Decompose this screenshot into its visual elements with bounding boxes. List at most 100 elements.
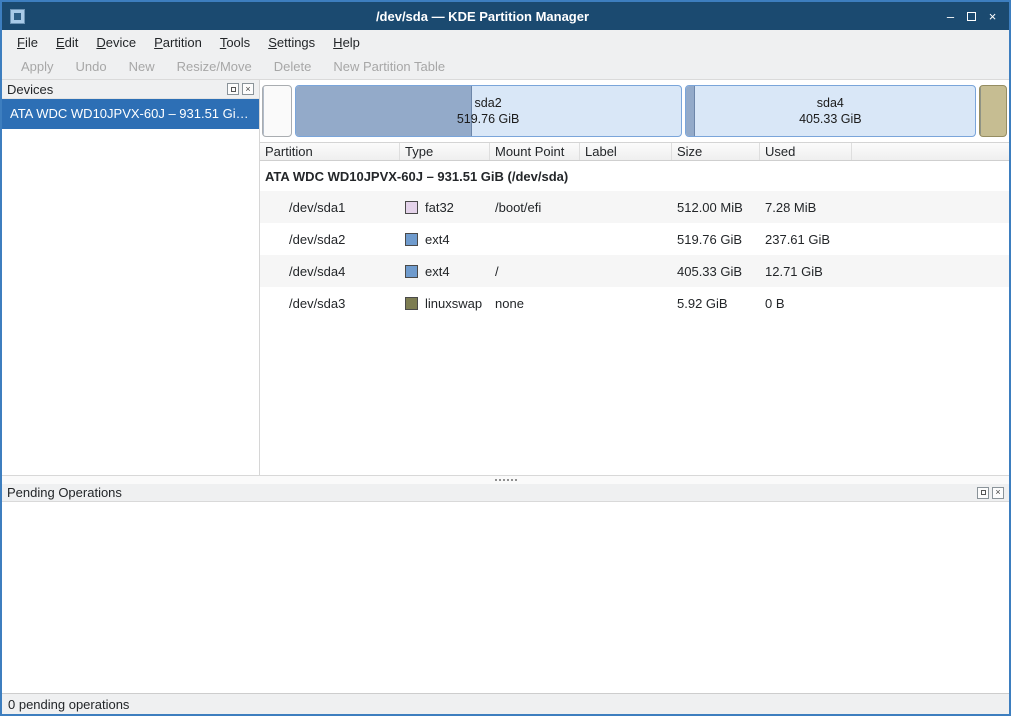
menu-partition[interactable]: Partition [145,32,211,53]
menu-file[interactable]: File [8,32,47,53]
column-header-label[interactable]: Label [580,143,672,160]
column-header-size[interactable]: Size [672,143,760,160]
minimize-button[interactable]: – [940,6,961,26]
table-header: Partition Type Mount Point Label Size Us… [260,142,1009,161]
pending-close-button[interactable]: × [992,487,1004,499]
pending-float-button[interactable] [977,487,989,499]
mount-point-cell: /boot/efi [490,200,580,215]
partition-cell: /dev/sda3 [260,296,400,311]
pending-operations-list [2,502,1009,693]
table-body: /dev/sda1 fat32 /boot/efi 512.00 MiB 7.2… [260,191,1009,319]
close-button[interactable]: × [982,6,1003,26]
partition-cell: /dev/sda4 [260,264,400,279]
type-cell: ext4 [400,264,490,279]
table-row-sda3[interactable]: /dev/sda3 linuxswap none 5.92 GiB 0 B [260,287,1009,319]
filesystem-type: ext4 [425,264,450,279]
used-space-indicator [296,86,472,136]
segment-name: sda4 [817,95,844,111]
menu-device[interactable]: Device [87,32,145,53]
content-area: sda2 519.76 GiB sda4 405.33 GiB Partitio [260,80,1009,475]
used-space-indicator [980,86,981,136]
column-header-used[interactable]: Used [760,143,852,160]
delete-button[interactable]: Delete [263,56,323,77]
menu-tools[interactable]: Tools [211,32,259,53]
close-icon: × [245,85,250,94]
app-icon [10,9,25,24]
toolbar: Apply Undo New Resize/Move Delete New Pa… [2,54,1009,80]
titlebar[interactable]: /dev/sda — KDE Partition Manager – × [2,2,1009,30]
float-icon [981,490,986,495]
column-header-partition[interactable]: Partition [260,143,400,160]
menu-help[interactable]: Help [324,32,369,53]
size-cell: 519.76 GiB [672,232,760,247]
segment-name: sda2 [475,95,502,111]
menu-settings[interactable]: Settings [259,32,324,53]
column-header-filler [852,143,1009,160]
filesystem-type: ext4 [425,232,450,247]
filesystem-type: fat32 [425,200,454,215]
minimize-icon: – [947,9,954,24]
filesystem-color-swatch [405,297,418,310]
used-space-indicator [263,86,264,136]
filesystem-type: linuxswap [425,296,482,311]
size-cell: 512.00 MiB [672,200,760,215]
float-icon [231,87,236,92]
mount-point-cell: none [490,296,580,311]
maximize-icon [967,12,976,21]
maximize-button[interactable] [961,6,982,26]
close-icon: × [989,9,997,24]
device-item-sda[interactable]: ATA WDC WD10JPVX-60J – 931.51 GiB (/dev/… [2,99,259,129]
partition-cell: /dev/sda1 [260,200,400,215]
new-partition-table-button[interactable]: New Partition Table [322,56,456,77]
filesystem-color-swatch [405,201,418,214]
size-cell: 405.33 GiB [672,264,760,279]
device-group-header[interactable]: ATA WDC WD10JPVX-60J – 931.51 GiB (/dev/… [260,161,1009,191]
table-row-sda2[interactable]: /dev/sda2 ext4 519.76 GiB 237.61 GiB [260,223,1009,255]
partition-segment-sda2[interactable]: sda2 519.76 GiB [295,85,682,137]
menubar: File Edit Device Partition Tools Setting… [2,30,1009,54]
horizontal-splitter[interactable] [2,475,1009,484]
splitter-handle-icon [495,479,517,481]
window-title: /dev/sda — KDE Partition Manager [25,9,940,24]
column-header-type[interactable]: Type [400,143,490,160]
table-row-sda4[interactable]: /dev/sda4 ext4 / 405.33 GiB 12.71 GiB [260,255,1009,287]
main-area: Devices × ATA WDC WD10JPVX-60J – 931.51 … [2,80,1009,475]
segment-size: 519.76 GiB [457,111,520,127]
devices-float-button[interactable] [227,83,239,95]
used-cell: 7.28 MiB [760,200,852,215]
table-row-sda1[interactable]: /dev/sda1 fat32 /boot/efi 512.00 MiB 7.2… [260,191,1009,223]
pending-operations-header: Pending Operations × [2,484,1009,502]
filesystem-color-swatch [405,265,418,278]
type-cell: fat32 [400,200,490,215]
filesystem-color-swatch [405,233,418,246]
device-list: ATA WDC WD10JPVX-60J – 931.51 GiB (/dev/… [2,99,259,475]
table-empty-area [260,319,1009,475]
kde-partition-manager-window: /dev/sda — KDE Partition Manager – × Fil… [0,0,1011,716]
used-space-indicator [686,86,695,136]
devices-panel-title: Devices [7,82,224,97]
pending-operations-title: Pending Operations [7,485,974,500]
type-cell: ext4 [400,232,490,247]
partition-segment-sda1[interactable] [262,85,292,137]
partition-segment-sda4[interactable]: sda4 405.33 GiB [685,85,976,137]
devices-close-button[interactable]: × [242,83,254,95]
size-cell: 5.92 GiB [672,296,760,311]
partition-segment-sda3[interactable] [979,85,1007,137]
apply-button[interactable]: Apply [10,56,65,77]
pending-operations-count: 0 pending operations [8,697,129,712]
column-header-mount-point[interactable]: Mount Point [490,143,580,160]
menu-edit[interactable]: Edit [47,32,87,53]
devices-panel-header: Devices × [2,80,259,99]
partition-table: Partition Type Mount Point Label Size Us… [260,142,1009,475]
segment-size: 405.33 GiB [799,111,862,127]
close-icon: × [995,488,1000,497]
type-cell: linuxswap [400,296,490,311]
used-cell: 237.61 GiB [760,232,852,247]
devices-panel: Devices × ATA WDC WD10JPVX-60J – 931.51 … [2,80,260,475]
new-button[interactable]: New [118,56,166,77]
undo-button[interactable]: Undo [65,56,118,77]
resize-move-button[interactable]: Resize/Move [166,56,263,77]
used-cell: 0 B [760,296,852,311]
partition-cell: /dev/sda2 [260,232,400,247]
statusbar: 0 pending operations [2,693,1009,714]
